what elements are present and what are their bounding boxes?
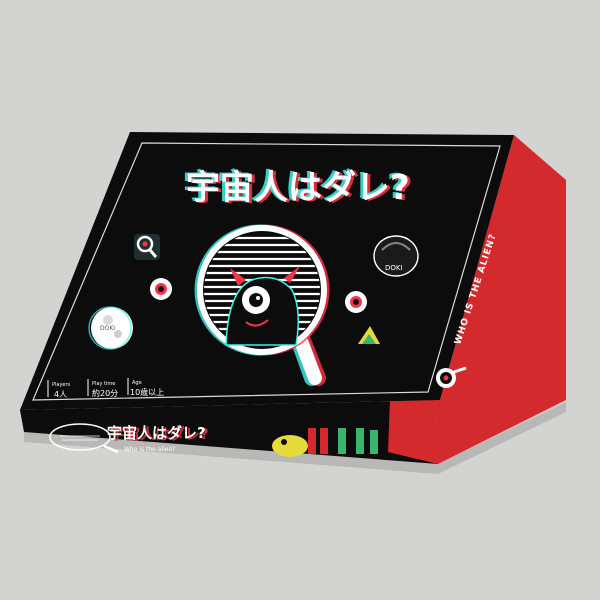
svg-text:宇宙人はダレ?: 宇宙人はダレ? xyxy=(186,168,410,208)
game-box-scene: 宇宙人はダレ? 宇宙人はダレ? 宇宙人はダレ? DOKI DOKI Player… xyxy=(20,132,566,474)
svg-text:DOKI: DOKI xyxy=(100,325,115,332)
eye-right-icon xyxy=(345,291,367,313)
svg-text:DOKI: DOKI xyxy=(385,264,403,272)
eye-left-icon xyxy=(150,278,172,300)
spec-playtime: Play time 約20分 xyxy=(87,379,118,398)
planet-icon: DOKI xyxy=(88,306,133,350)
svg-text:10歳以上: 10歳以上 xyxy=(130,387,164,397)
svg-text:4人: 4人 xyxy=(54,390,67,399)
magnifier-small-icon xyxy=(134,234,160,260)
svg-text:Players: Players xyxy=(52,382,71,388)
svg-text:Play time: Play time xyxy=(92,381,115,387)
svg-text:宇宙人はダレ?: 宇宙人はダレ? xyxy=(107,424,206,442)
ufo-icon: DOKI xyxy=(373,235,419,277)
svg-text:Age: Age xyxy=(132,380,142,386)
svg-text:Who is the alien?: Who is the alien? xyxy=(124,446,175,453)
svg-text:約20分: 約20分 xyxy=(92,388,118,398)
box-title: 宇宙人はダレ? 宇宙人はダレ? 宇宙人はダレ? xyxy=(183,167,413,209)
